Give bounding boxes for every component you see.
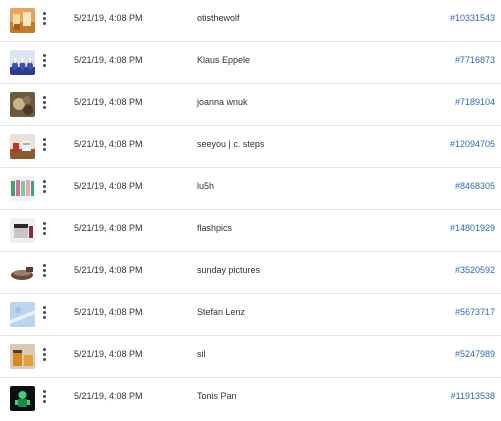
- author-name: otisthewolf: [197, 13, 240, 23]
- asset-id-link[interactable]: #7189104: [455, 97, 495, 107]
- asset-id-link[interactable]: #12094705: [450, 139, 495, 149]
- table-row[interactable]: 5/21/19, 4:08 PM sil #5247989: [0, 336, 501, 378]
- colorful-tubes-photo-icon: [10, 176, 35, 201]
- more-options-icon[interactable]: [40, 138, 48, 154]
- light-blue-water-photo-icon: [10, 302, 35, 327]
- asset-id-link[interactable]: #11913538: [451, 391, 495, 401]
- asset-list: 5/21/19, 4:08 PM otisthewolf #10331543 5…: [0, 0, 501, 421]
- author-name: Stefan Lenz: [197, 307, 246, 317]
- author-name: lu5h: [197, 181, 215, 191]
- date-label: 5/21/19, 4:08 PM: [74, 13, 143, 23]
- asset-thumbnail[interactable]: [10, 92, 35, 117]
- asset-thumbnail[interactable]: [10, 386, 35, 411]
- author-name: seeyou | c. steps: [197, 139, 265, 149]
- more-options-icon[interactable]: [40, 306, 48, 322]
- asset-thumbnail[interactable]: [10, 8, 35, 33]
- more-options-icon[interactable]: [40, 390, 48, 406]
- table-row[interactable]: 5/21/19, 4:08 PM Tonis Pan #11913538: [0, 378, 501, 420]
- date-label: 5/21/19, 4:08 PM: [74, 265, 143, 275]
- more-options-icon[interactable]: [40, 12, 48, 28]
- date-label: 5/21/19, 4:08 PM: [74, 349, 143, 359]
- jar-product-photo-icon: [10, 218, 35, 243]
- asset-thumbnail[interactable]: [10, 50, 35, 75]
- more-options-icon[interactable]: [40, 96, 48, 112]
- table-row[interactable]: 5/21/19, 4:08 PM joanna wnuk #7189104: [0, 84, 501, 126]
- asset-thumbnail[interactable]: [10, 176, 35, 201]
- asset-id-link[interactable]: #8468305: [455, 181, 495, 191]
- seeds-closeup-photo-icon: [10, 92, 35, 117]
- date-label: 5/21/19, 4:08 PM: [74, 55, 143, 65]
- asset-id-link[interactable]: #7716873: [455, 55, 495, 65]
- table-row[interactable]: 5/21/19, 4:08 PM lu5h #8468305: [0, 168, 501, 210]
- more-options-icon[interactable]: [40, 348, 48, 364]
- asset-thumbnail[interactable]: [10, 344, 35, 369]
- date-label: 5/21/19, 4:08 PM: [74, 223, 143, 233]
- asset-id-link[interactable]: #3520592: [455, 265, 495, 275]
- asset-id-link[interactable]: #5247989: [455, 349, 495, 359]
- date-label: 5/21/19, 4:08 PM: [74, 391, 143, 401]
- date-label: 5/21/19, 4:08 PM: [74, 307, 143, 317]
- date-label: 5/21/19, 4:08 PM: [74, 139, 143, 149]
- table-row[interactable]: 5/21/19, 4:08 PM flashpics #14801929: [0, 210, 501, 252]
- table-row[interactable]: 5/21/19, 4:08 PM Stefan Lenz #5673717: [0, 294, 501, 336]
- dark-green-figure-photo-icon: [10, 386, 35, 411]
- author-name: Klaus Eppele: [197, 55, 251, 65]
- more-options-icon[interactable]: [40, 54, 48, 70]
- asset-id-link[interactable]: #5673717: [455, 307, 495, 317]
- author-name: sunday pictures: [197, 265, 261, 275]
- asset-id-link[interactable]: #10331543: [450, 13, 495, 23]
- asset-thumbnail[interactable]: [10, 302, 35, 327]
- date-label: 5/21/19, 4:08 PM: [74, 181, 143, 191]
- more-options-icon[interactable]: [40, 264, 48, 280]
- honey-jars-photo-icon: [10, 344, 35, 369]
- table-row[interactable]: 5/21/19, 4:08 PM sunday pictures #352059…: [0, 252, 501, 294]
- more-options-icon[interactable]: [40, 222, 48, 238]
- brown-bowl-photo-icon: [10, 260, 35, 285]
- orange-tea-jars-photo-icon: [10, 8, 35, 33]
- asset-thumbnail[interactable]: [10, 260, 35, 285]
- more-options-icon[interactable]: [40, 180, 48, 196]
- blue-glass-bottles-photo-icon: [10, 50, 35, 75]
- table-row[interactable]: 5/21/19, 4:08 PM Klaus Eppele #7716873: [0, 42, 501, 84]
- date-label: 5/21/19, 4:08 PM: [74, 97, 143, 107]
- asset-thumbnail[interactable]: [10, 134, 35, 159]
- author-name: sil: [197, 349, 206, 359]
- asset-id-link[interactable]: #14801929: [450, 223, 495, 233]
- author-name: Tonis Pan: [197, 391, 237, 401]
- author-name: joanna wnuk: [197, 97, 248, 107]
- cosmetics-on-table-photo-icon: [10, 134, 35, 159]
- table-row[interactable]: 5/21/19, 4:08 PM otisthewolf #10331543: [0, 0, 501, 42]
- author-name: flashpics: [197, 223, 233, 233]
- asset-thumbnail[interactable]: [10, 218, 35, 243]
- table-row[interactable]: 5/21/19, 4:08 PM seeyou | c. steps #1209…: [0, 126, 501, 168]
